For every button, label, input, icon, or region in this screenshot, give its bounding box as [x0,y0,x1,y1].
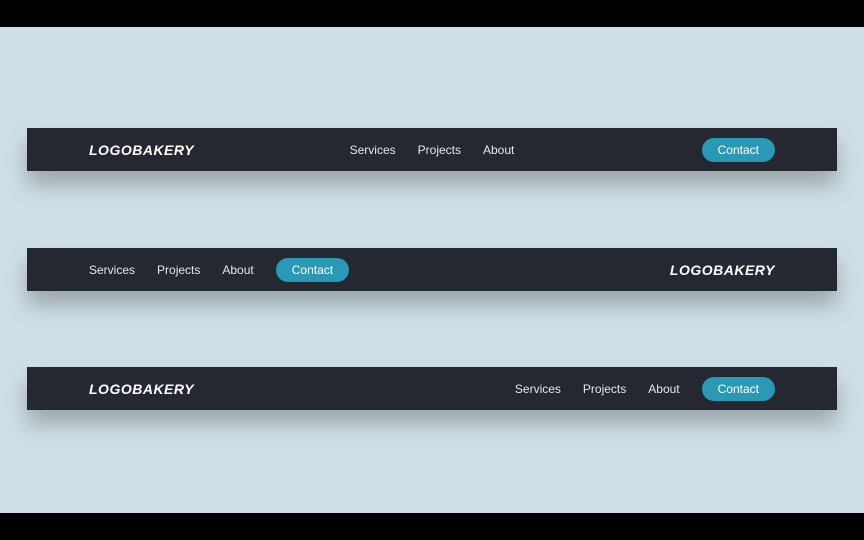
navbar-variant-1: LOGOBAKERY Services Projects About Conta… [27,128,837,171]
nav-link-projects[interactable]: Projects [583,382,626,396]
nav-link-projects[interactable]: Projects [418,143,461,157]
nav-link-services[interactable]: Services [89,263,135,277]
design-canvas: LOGOBAKERY Services Projects About Conta… [0,27,864,513]
nav-link-about[interactable]: About [222,263,253,277]
brand-logo[interactable]: LOGOBAKERY [89,142,194,158]
nav-link-services[interactable]: Services [350,143,396,157]
nav-link-projects[interactable]: Projects [157,263,200,277]
nav-links-right: Services Projects About Contact [515,377,775,401]
navbar-variant-2: Services Projects About Contact LOGOBAKE… [27,248,837,291]
nav-link-about[interactable]: About [483,143,514,157]
nav-links-left: Services Projects About Contact [89,258,349,282]
nav-link-about[interactable]: About [648,382,679,396]
nav-link-services[interactable]: Services [515,382,561,396]
navbar-variant-3: LOGOBAKERY Services Projects About Conta… [27,367,837,410]
brand-logo[interactable]: LOGOBAKERY [670,262,775,278]
contact-button[interactable]: Contact [276,258,349,282]
brand-logo[interactable]: LOGOBAKERY [89,381,194,397]
contact-button[interactable]: Contact [702,138,775,162]
nav-links-center: Services Projects About [350,143,515,157]
contact-button[interactable]: Contact [702,377,775,401]
